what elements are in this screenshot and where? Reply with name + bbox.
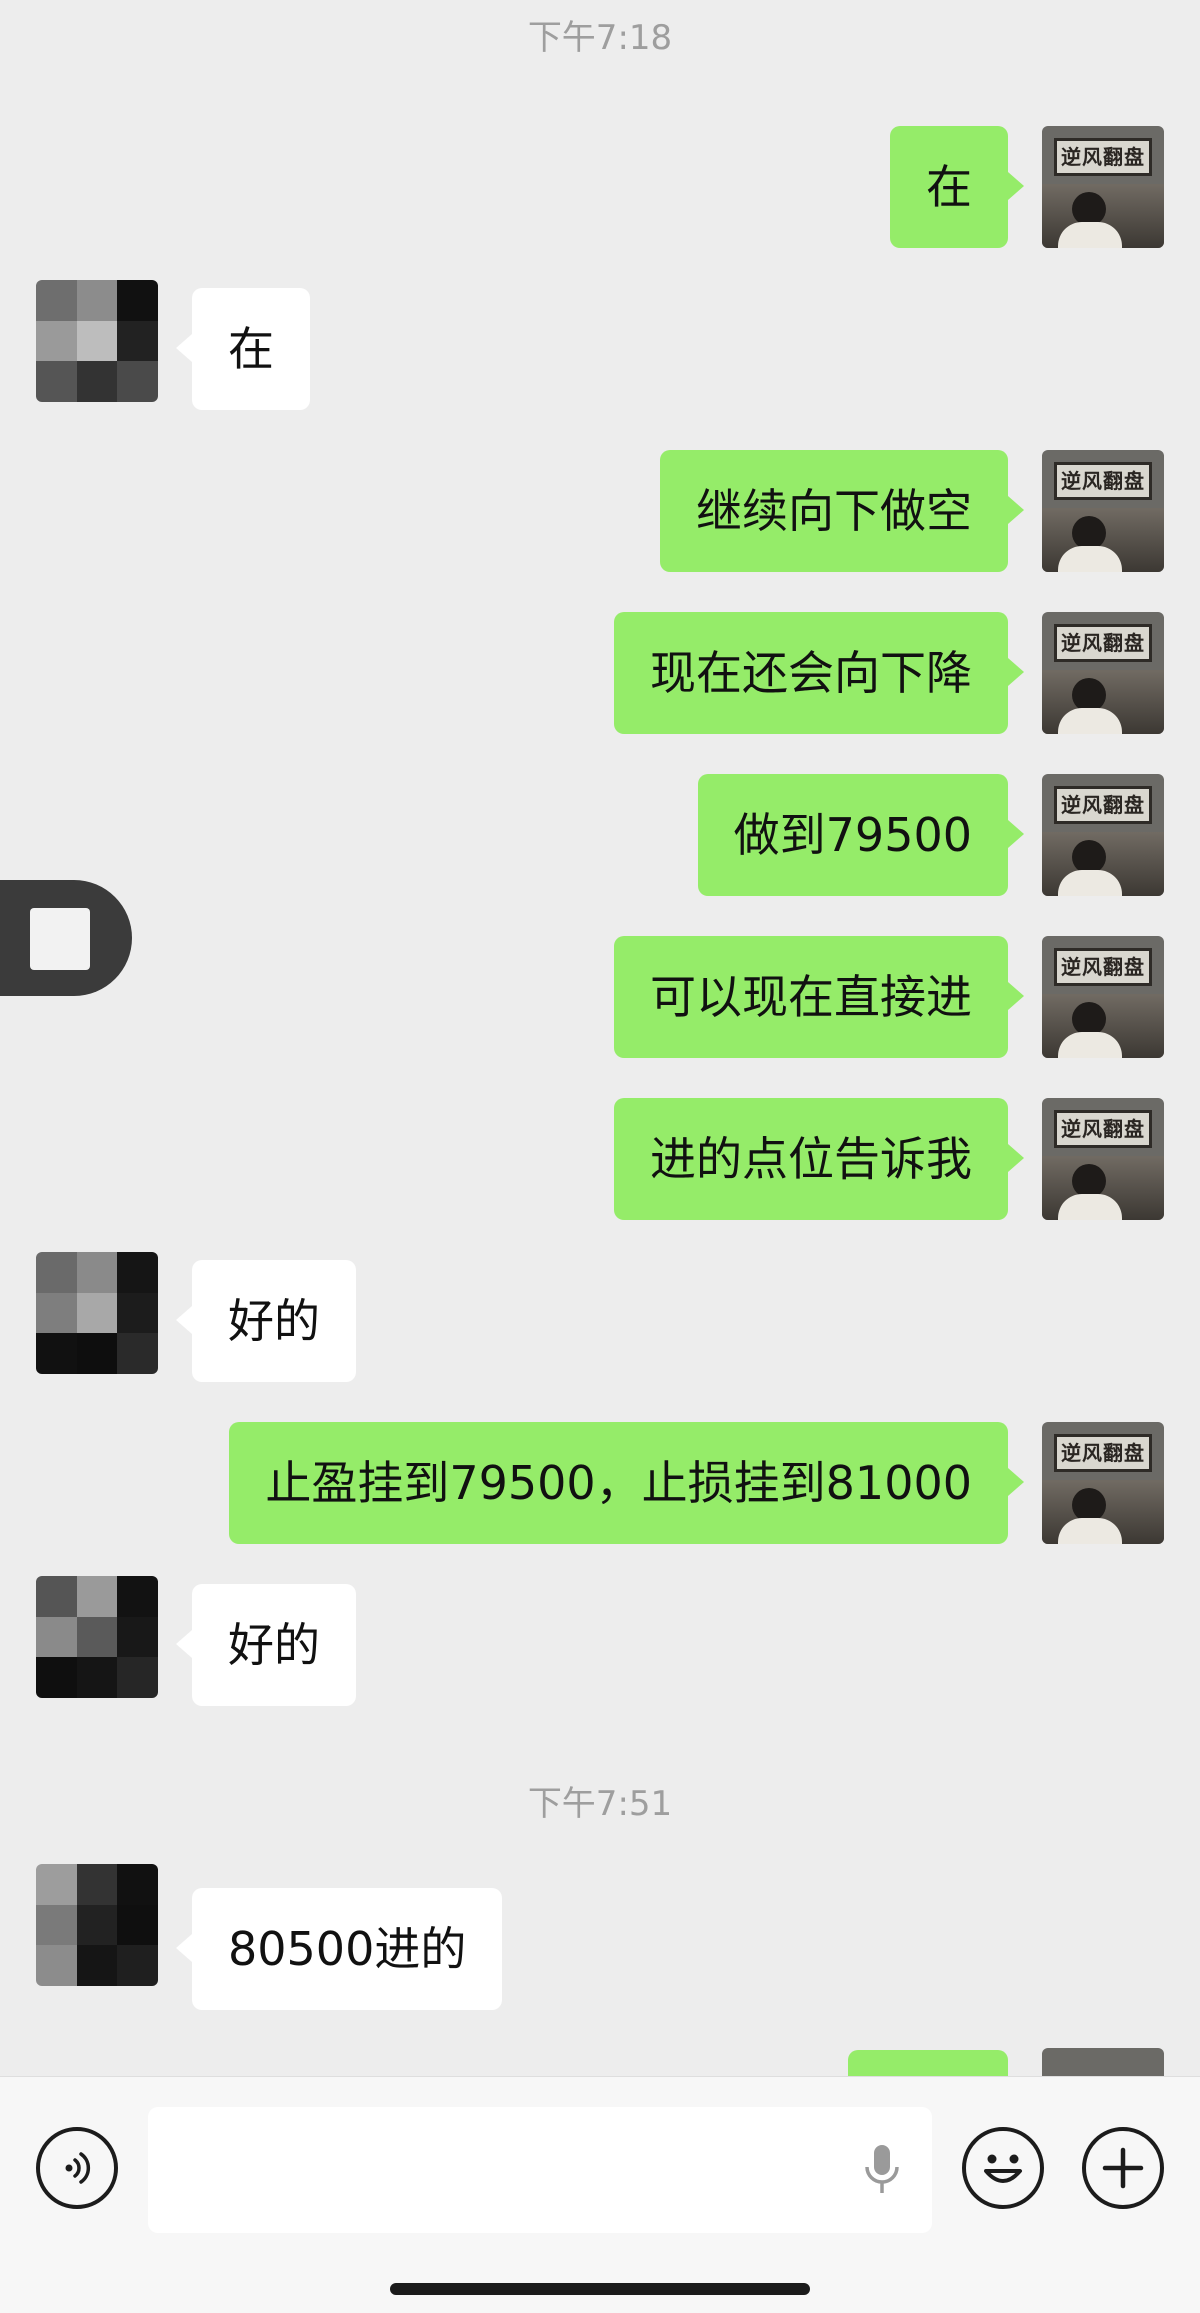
- pixelated-avatar-icon[interactable]: [36, 1576, 158, 1698]
- emoji-icon[interactable]: [962, 2127, 1044, 2209]
- pixelated-avatar-icon[interactable]: [36, 1864, 158, 1986]
- user-avatar-icon[interactable]: 逆风翻盘: [1042, 450, 1164, 572]
- pixelated-avatar-icon[interactable]: [36, 280, 158, 402]
- home-indicator[interactable]: [390, 2283, 810, 2295]
- avatar-sign: 逆风翻盘: [1054, 462, 1152, 500]
- user-avatar-icon[interactable]: 逆风翻盘: [1042, 774, 1164, 896]
- incoming-message-bubble[interactable]: 80500进的: [175, 1888, 503, 2010]
- user-avatar-icon[interactable]: 逆风翻盘: [1042, 1098, 1164, 1220]
- outgoing-message-bubble[interactable]: 可以现在直接进: [614, 936, 1024, 1058]
- user-avatar-icon[interactable]: 逆风翻盘: [1042, 126, 1164, 248]
- microphone-icon[interactable]: [862, 2141, 902, 2197]
- outgoing-message-bubble[interactable]: 止盈挂到79500，止损挂到81000: [229, 1422, 1024, 1544]
- pixelated-avatar-icon[interactable]: [36, 1252, 158, 1374]
- outgoing-message-bubble[interactable]: 做到79500: [697, 774, 1025, 896]
- input-bar: [0, 2076, 1200, 2313]
- floating-window-icon[interactable]: [0, 880, 132, 996]
- voice-icon[interactable]: [36, 2127, 118, 2209]
- incoming-message-bubble[interactable]: 好的: [176, 1260, 356, 1382]
- outgoing-message-bubble[interactable]: 现在还会向下降: [614, 612, 1024, 734]
- user-avatar-icon[interactable]: 逆风翻盘: [1042, 936, 1164, 1058]
- outgoing-message-bubble[interactable]: 进的点位告诉我: [614, 1098, 1024, 1220]
- outgoing-message-bubble-partial[interactable]: [848, 2050, 1024, 2124]
- outgoing-message-bubble[interactable]: 继续向下做空: [660, 450, 1024, 572]
- avatar-sign: 逆风翻盘: [1054, 624, 1152, 662]
- avatar-sign: 逆风翻盘: [1054, 1434, 1152, 1472]
- incoming-message-bubble[interactable]: 好的: [176, 1584, 356, 1706]
- timestamp: 下午7:18: [527, 18, 673, 58]
- avatar-sign: 逆风翻盘: [1054, 1110, 1152, 1148]
- avatar-sign: 逆风翻盘: [1054, 138, 1152, 176]
- avatar-sign: 逆风翻盘: [1054, 786, 1152, 824]
- message-input[interactable]: [148, 2107, 932, 2233]
- plus-icon[interactable]: [1082, 2127, 1164, 2209]
- timestamp: 下午7:51: [527, 1784, 673, 1824]
- user-avatar-icon[interactable]: 逆风翻盘: [1042, 1422, 1164, 1544]
- outgoing-message-bubble[interactable]: 在: [890, 126, 1024, 248]
- user-avatar-icon[interactable]: [1042, 2048, 1164, 2076]
- user-avatar-icon[interactable]: 逆风翻盘: [1042, 612, 1164, 734]
- avatar-sign: 逆风翻盘: [1054, 948, 1152, 986]
- incoming-message-bubble[interactable]: 在: [176, 288, 310, 410]
